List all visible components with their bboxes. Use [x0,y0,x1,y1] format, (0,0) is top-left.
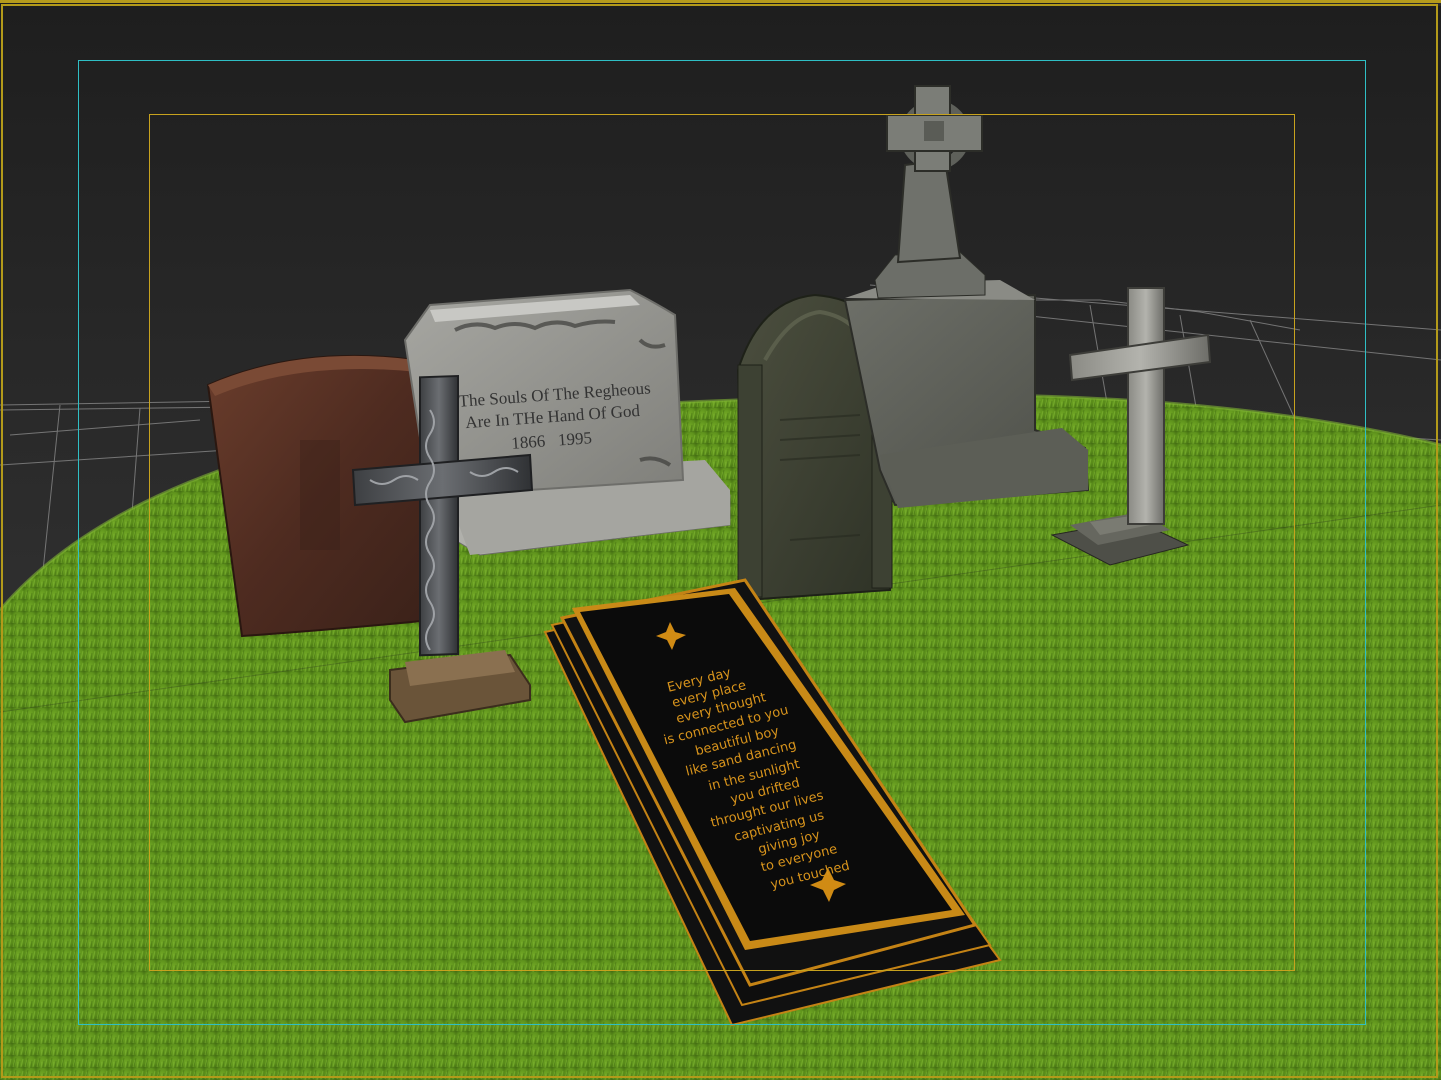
viewport-top-border-right [1060,0,1441,6]
3d-viewport[interactable]: The Souls Of The Regheous Are In THe Han… [0,0,1441,1080]
scene-render: The Souls Of The Regheous Are In THe Han… [0,0,1441,1080]
